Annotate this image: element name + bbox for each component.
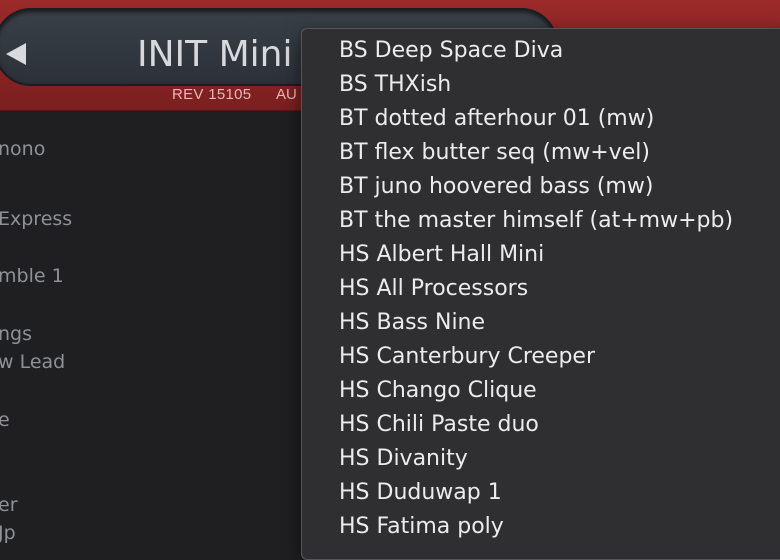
preset-name[interactable]: INIT Mini bbox=[137, 32, 292, 78]
menu-item[interactable]: BT flex butter seq (mw+vel) bbox=[339, 136, 650, 170]
menu-item[interactable]: HS Fatima poly bbox=[339, 510, 504, 544]
previous-preset-icon[interactable] bbox=[6, 43, 26, 65]
menu-item[interactable]: HS Albert Hall Mini bbox=[339, 238, 544, 272]
preset-list-item[interactable]: ngs bbox=[0, 323, 32, 345]
menu-item[interactable]: BS THXish bbox=[339, 68, 451, 102]
menu-item[interactable]: HS Bass Nine bbox=[339, 306, 485, 340]
menu-item[interactable]: HS All Processors bbox=[339, 272, 528, 306]
preset-list-item[interactable]: w Lead bbox=[0, 351, 65, 373]
menu-item[interactable]: BT juno hoovered bass (mw) bbox=[339, 170, 653, 204]
preset-list-item[interactable]: e bbox=[0, 409, 10, 431]
preset-browser-list: nono Express mble 1 ngs w Lead e er Jp bbox=[0, 110, 300, 544]
preset-list-item[interactable]: er bbox=[0, 494, 18, 516]
preset-list-item[interactable]: Jp bbox=[0, 522, 16, 544]
menu-item[interactable]: HS Duduwap 1 bbox=[339, 476, 502, 510]
preset-list-item[interactable]: nono bbox=[0, 138, 45, 160]
menu-item[interactable]: HS Divanity bbox=[339, 442, 468, 476]
format-label: AU bbox=[276, 86, 297, 103]
menu-item[interactable]: HS Canterbury Creeper bbox=[339, 340, 595, 374]
revision-label: REV 15105 bbox=[172, 86, 252, 103]
menu-item[interactable]: BS Deep Space Diva bbox=[339, 34, 563, 68]
menu-item[interactable]: HS Chili Paste duo bbox=[339, 408, 539, 442]
preset-dropdown-menu: BS Deep Space Diva BS THXish BT dotted a… bbox=[301, 28, 780, 560]
menu-item[interactable]: BT dotted afterhour 01 (mw) bbox=[339, 102, 654, 136]
preset-list-item[interactable]: Express bbox=[0, 208, 72, 230]
menu-item[interactable]: BT the master himself (at+mw+pb) bbox=[339, 204, 733, 238]
preset-list-item[interactable]: mble 1 bbox=[0, 265, 64, 287]
menu-item[interactable]: HS Chango Clique bbox=[339, 374, 537, 408]
